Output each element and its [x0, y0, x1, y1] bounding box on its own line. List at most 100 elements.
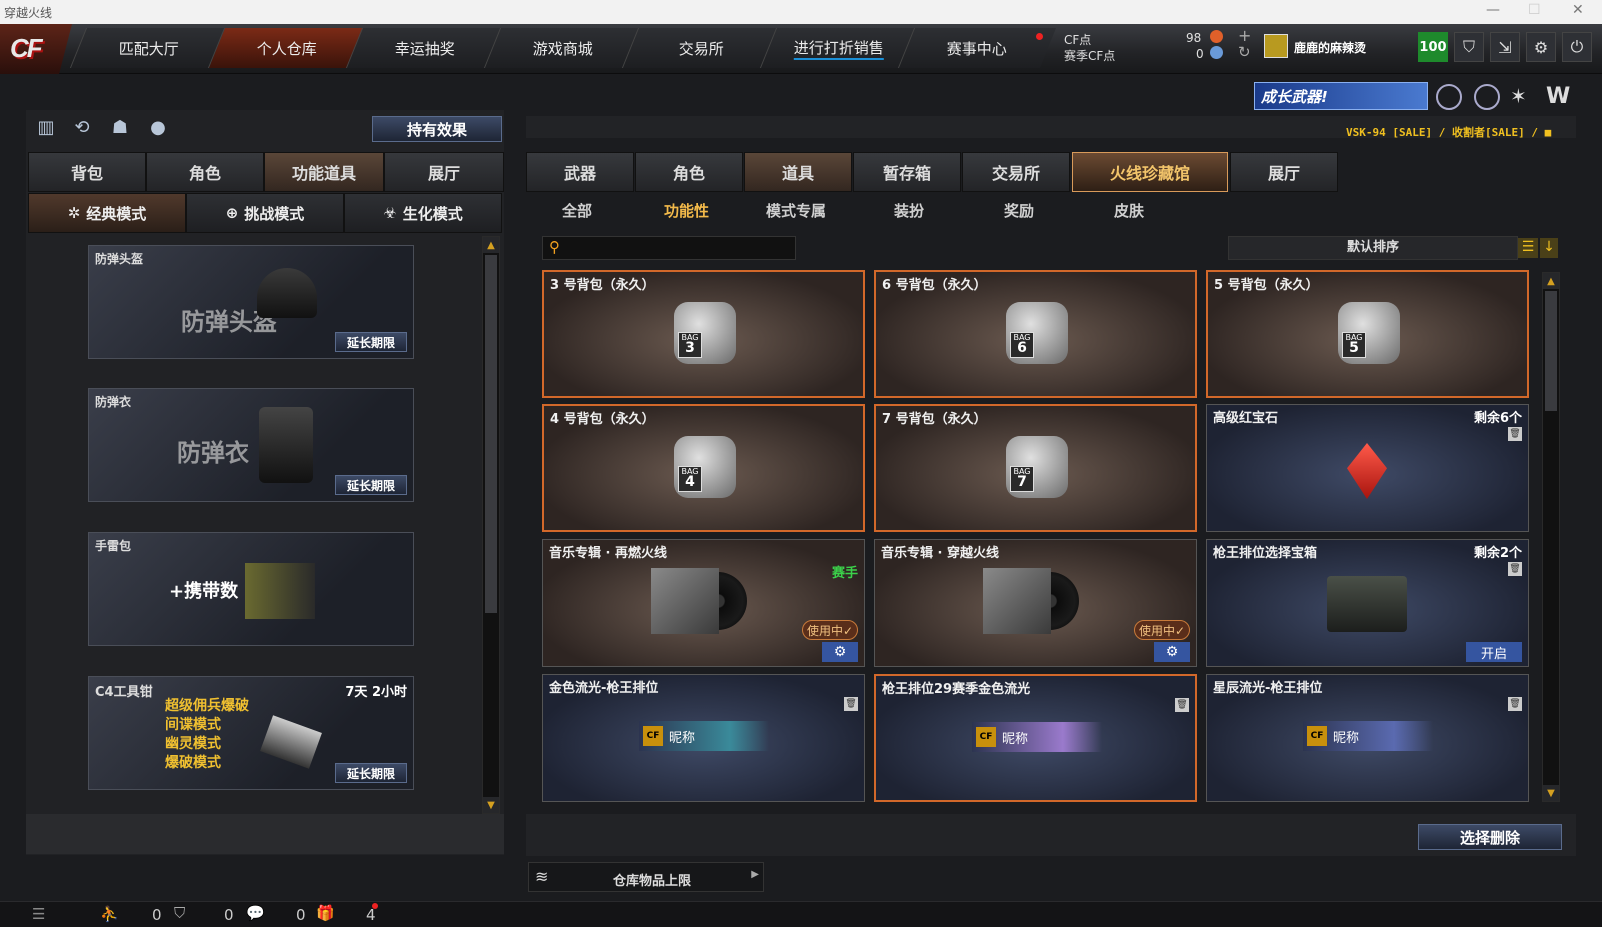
trash-icon[interactable]: 🗑 — [1508, 427, 1522, 441]
chat-count: 0 — [296, 906, 306, 924]
item-card-grenade-pack[interactable]: 手雷包 +携带数 — [88, 532, 414, 646]
menu-icon[interactable]: ☰ — [32, 905, 45, 923]
trash-icon[interactable]: 🗑 — [1175, 698, 1189, 712]
nav-tab-exchange[interactable]: 交易所 — [621, 28, 781, 68]
extend-button[interactable]: 延长期限 — [335, 475, 407, 495]
nav-tab-warehouse[interactable]: 个人仓库 — [207, 28, 367, 68]
item-card-red-gem[interactable]: 高级红宝石 剩余6个 🗑 — [1206, 404, 1529, 532]
trash-icon[interactable]: 🗑 — [1508, 562, 1522, 576]
character-icon[interactable]: ☗ — [108, 115, 132, 139]
item-card-bag-4[interactable]: 4 号背包（永久） BAG 4 — [542, 404, 865, 532]
nickname-plate: CF 昵称 — [972, 722, 1102, 752]
right-tab-items[interactable]: 道具 — [744, 152, 852, 192]
sort-direction-icon[interactable]: ↓ — [1540, 238, 1558, 258]
list-view-icon[interactable]: ☰ — [1518, 238, 1538, 258]
mode-tab-classic[interactable]: ✲ 经典模式 — [28, 193, 186, 233]
minimize-button[interactable]: — — [1486, 2, 1500, 18]
item-card-vest[interactable]: 防弹衣 防弹衣 延长期限 — [88, 388, 414, 502]
shield-icon[interactable]: ⛉ — [1454, 32, 1484, 62]
item-card-bag-7[interactable]: 7 号背包（永久） BAG 7 — [874, 404, 1197, 532]
item-card-bag-3[interactable]: 3 号背包（永久） BAG 3 — [542, 270, 865, 398]
nav-tab-sale[interactable]: 进行打折销售 — [759, 28, 919, 68]
wings-icon[interactable]: W — [1546, 84, 1572, 110]
item-card-gold-stream[interactable]: 金色流光-枪王排位 🗑 CF 昵称 — [542, 674, 865, 802]
subtab-costume[interactable]: 装扮 — [894, 200, 924, 221]
left-tab-backpack[interactable]: 背包 — [28, 152, 146, 192]
scroll-up-icon[interactable]: ▲ — [1543, 273, 1559, 289]
chat-icon[interactable]: 💬 — [246, 904, 265, 922]
nav-tab-lottery[interactable]: 幸运抽奖 — [345, 28, 505, 68]
right-tab-weapons[interactable]: 武器 — [526, 152, 634, 192]
select-delete-button[interactable]: 选择删除 — [1418, 824, 1562, 850]
item-card-ranked-chest[interactable]: 枪王排位选择宝箱 剩余2个 🗑 开启 — [1206, 539, 1529, 667]
expand-arrow-icon[interactable]: ▶ — [751, 869, 759, 880]
mode-tab-challenge[interactable]: ⊕ 挑战模式 — [186, 193, 344, 233]
grenade-icon[interactable]: ● — [146, 115, 170, 139]
search-input[interactable] — [569, 239, 789, 257]
subtab-functional[interactable]: 功能性 — [664, 200, 709, 221]
close-button[interactable]: ✕ — [1572, 2, 1584, 18]
growth-weapon-banner[interactable]: 成长武器! — [1254, 82, 1428, 110]
mode-tab-zombie[interactable]: ☣ 生化模式 — [344, 193, 502, 233]
item-card-c4-pliers[interactable]: C4工具钳 7天 2小时 超级佣兵爆破 间谍模式 幽灵模式 爆破模式 延长期限 — [88, 676, 414, 790]
subtab-mode-exclusive[interactable]: 模式专属 — [766, 200, 826, 221]
globe-icon[interactable] — [1474, 84, 1500, 110]
username[interactable]: 鹿鹿的麻辣烫 — [1294, 39, 1366, 56]
nav-tab-lobby[interactable]: 匹配大厅 — [69, 28, 229, 68]
sale-ticker[interactable]: VSK-94 [SALE] / 收割者[SALE] / ■ — [1346, 124, 1551, 140]
subtab-all[interactable]: 全部 — [562, 200, 592, 221]
subtab-reward[interactable]: 奖励 — [1004, 200, 1034, 221]
in-use-badge[interactable]: 使用中✓ — [802, 620, 858, 640]
power-icon[interactable]: ⏻ — [1562, 32, 1592, 62]
sort-dropdown[interactable]: 默认排序 — [1228, 236, 1518, 260]
maximize-button[interactable]: ☐ — [1528, 2, 1541, 18]
trash-icon[interactable]: 🗑 — [844, 697, 858, 711]
scroll-down-icon[interactable]: ▼ — [483, 797, 499, 813]
star-badge-icon[interactable]: ✶ — [1510, 84, 1536, 110]
item-card-bag-5[interactable]: 5 号背包（永久） BAG 5 — [1206, 270, 1529, 398]
scroll-thumb[interactable] — [1545, 291, 1557, 411]
emblem-icon-1[interactable] — [1436, 84, 1462, 110]
item-card-bag-6[interactable]: 6 号背包（永久） BAG 6 — [874, 270, 1197, 398]
item-card-helmet[interactable]: 防弹头盔 防弹头盔 延长期限 — [88, 245, 414, 359]
extend-button[interactable]: 延长期限 — [335, 763, 407, 783]
in-use-badge[interactable]: 使用中✓ — [1134, 620, 1190, 640]
nav-tab-events[interactable]: 赛事中心 — [897, 28, 1057, 68]
item-card-season29-gold[interactable]: 枪王排位29赛季金色流光 🗑 CF 昵称 — [874, 674, 1197, 802]
settings-icon[interactable]: ⚙ — [822, 642, 858, 662]
clan-icon[interactable]: ⛉ — [174, 904, 185, 922]
stats-icon[interactable]: ▥ — [34, 115, 58, 139]
item-card-album-crossfire[interactable]: 音乐专辑 · 穿越火线 使用中✓ ⚙ — [874, 539, 1197, 667]
storage-limit-bar[interactable]: ≋ 仓库物品上限 ▶ — [528, 862, 764, 892]
right-tab-collection[interactable]: 火线珍藏馆 — [1072, 152, 1228, 192]
left-tab-character[interactable]: 角色 — [146, 152, 264, 192]
nav-tab-shop[interactable]: 游戏商城 — [483, 28, 643, 68]
right-tab-characters[interactable]: 角色 — [635, 152, 743, 192]
right-tab-storage[interactable]: 暂存箱 — [853, 152, 961, 192]
item-card-star-stream[interactable]: 星辰流光-枪王排位 🗑 CF 昵称 — [1206, 674, 1529, 802]
history-icon[interactable]: ⟲ — [70, 115, 94, 139]
right-tab-exchange[interactable]: 交易所 — [962, 152, 1070, 192]
left-scrollbar[interactable]: ▲ ▼ — [482, 236, 500, 814]
gift-icon[interactable]: 🎁 — [316, 904, 335, 922]
level-badge[interactable]: 100 — [1418, 32, 1448, 62]
search-box[interactable]: ⚲ — [542, 236, 796, 260]
scroll-down-icon[interactable]: ▼ — [1543, 785, 1559, 801]
exit-room-icon[interactable]: ⇲ — [1490, 32, 1520, 62]
trash-icon[interactable]: 🗑 — [1508, 697, 1522, 711]
held-effects-button[interactable]: 持有效果 — [372, 116, 502, 142]
item-card-album-reignite[interactable]: 音乐专辑 · 再燃火线 赛手 使用中✓ ⚙ — [542, 539, 865, 667]
settings-icon[interactable]: ⚙ — [1154, 642, 1190, 662]
gear-icon[interactable]: ⚙ — [1526, 32, 1556, 62]
refresh-icon[interactable]: ↻ — [1238, 43, 1251, 61]
scroll-up-icon[interactable]: ▲ — [483, 237, 499, 253]
right-tab-showroom[interactable]: 展厅 — [1230, 152, 1338, 192]
subtab-skin[interactable]: 皮肤 — [1114, 200, 1144, 221]
scroll-thumb[interactable] — [485, 255, 497, 613]
open-button[interactable]: 开启 — [1466, 642, 1522, 662]
right-scrollbar[interactable]: ▲ ▼ — [1542, 272, 1560, 802]
left-tab-showroom[interactable]: 展厅 — [384, 152, 504, 192]
friends-icon[interactable]: ⛹ — [100, 905, 119, 923]
left-tab-functional-items[interactable]: 功能道具 — [264, 152, 384, 192]
extend-button[interactable]: 延长期限 — [335, 332, 407, 352]
